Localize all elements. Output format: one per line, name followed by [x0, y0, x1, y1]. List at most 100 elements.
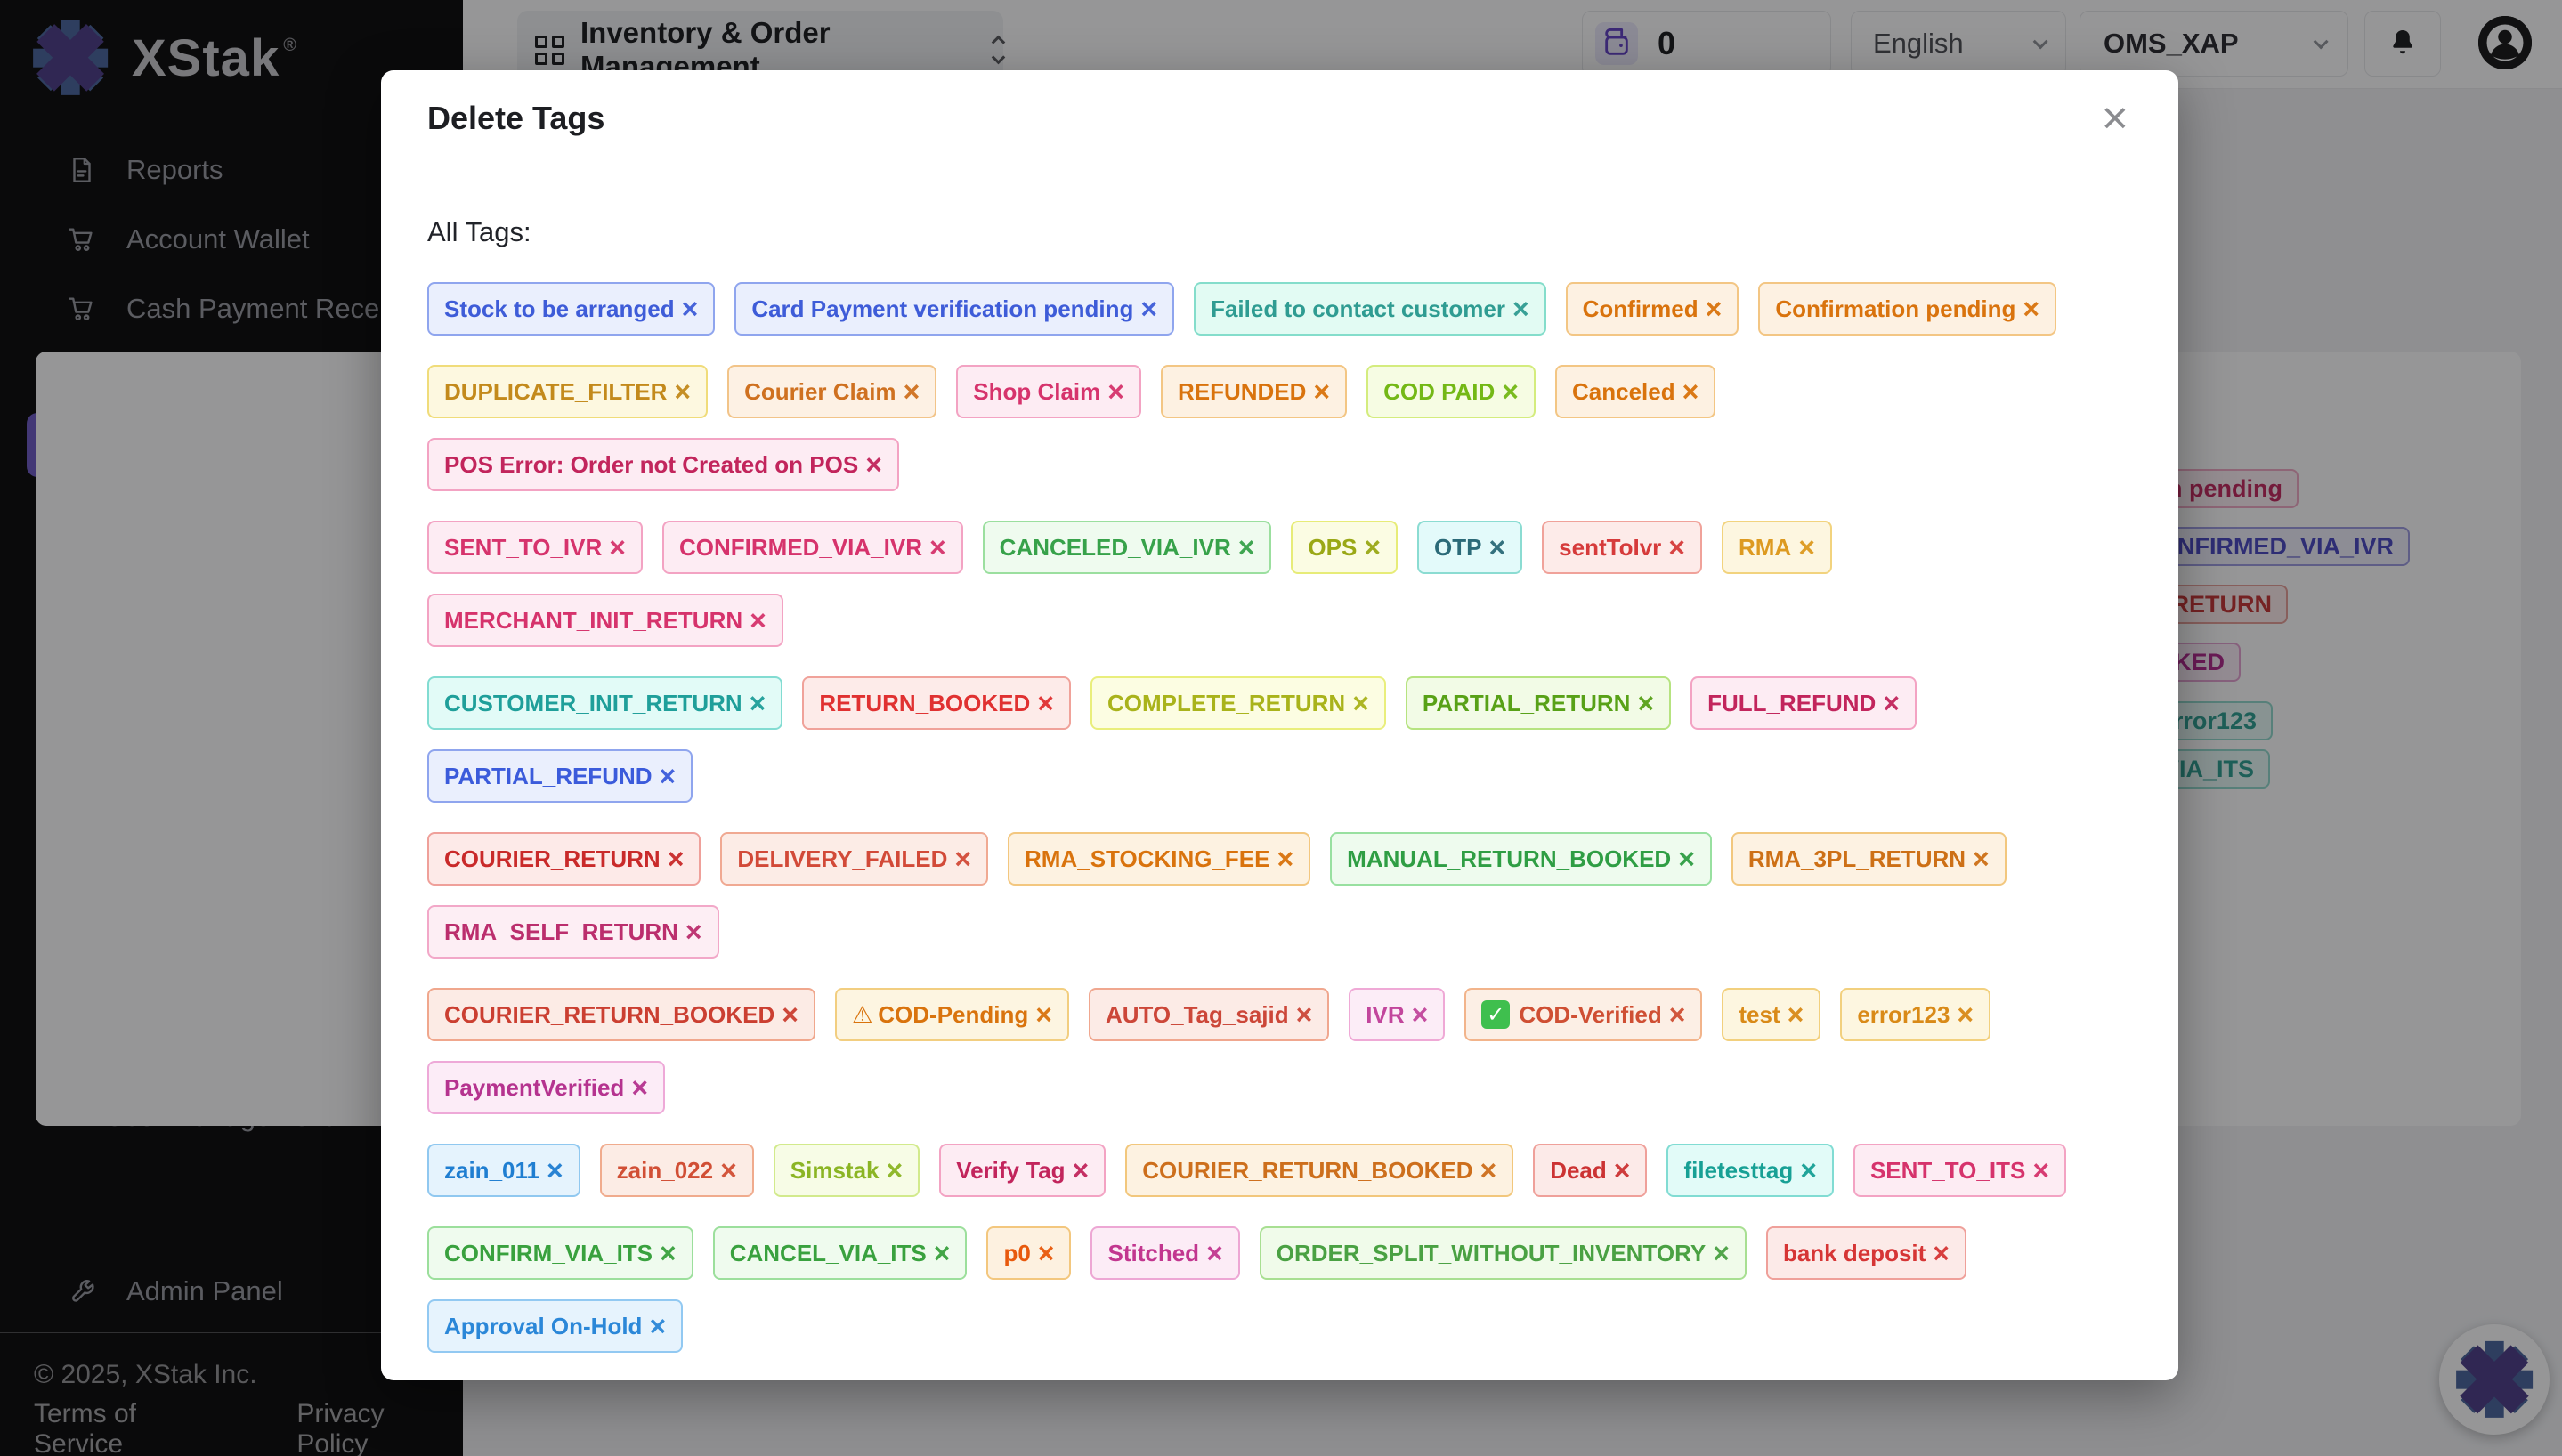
tag-row: zain_011×zain_022×Simstak×Verify Tag×COU… [427, 1144, 2132, 1197]
remove-tag-icon[interactable]: × [1614, 1156, 1631, 1185]
remove-tag-icon[interactable]: × [1313, 377, 1330, 406]
remove-tag-icon[interactable]: × [1637, 689, 1654, 717]
tag-chip: MANUAL_RETURN_BOOKED× [1330, 832, 1712, 886]
remove-tag-icon[interactable]: × [1957, 1000, 1974, 1029]
remove-tag-icon[interactable]: × [1073, 1156, 1090, 1185]
remove-tag-icon[interactable]: × [1038, 1239, 1055, 1267]
tag-chip: RETURN_BOOKED× [802, 676, 1071, 730]
remove-tag-icon[interactable]: × [1933, 1239, 1950, 1267]
tag-label: OTP [1434, 534, 1481, 562]
tag-chip: PARTIAL_REFUND× [427, 749, 693, 803]
tag-row: CONFIRM_VIA_ITS×CANCEL_VIA_ITS×p0×Stitch… [427, 1226, 2132, 1353]
tag-chip: ✓COD-Verified× [1464, 988, 1702, 1041]
remove-tag-icon[interactable]: × [1206, 1239, 1223, 1267]
remove-tag-icon[interactable]: × [865, 450, 882, 479]
remove-tag-icon[interactable]: × [1669, 1000, 1686, 1029]
tag-chip: FULL_REFUND × [1690, 676, 1917, 730]
remove-tag-icon[interactable]: × [1668, 533, 1685, 562]
tag-label: filetesttag [1683, 1157, 1793, 1185]
tag-label: RMA_3PL_RETURN [1748, 845, 1966, 873]
tag-chip: zain_011× [427, 1144, 580, 1197]
remove-tag-icon[interactable]: × [750, 689, 766, 717]
tag-chip: RMA× [1722, 521, 1832, 574]
remove-tag-icon[interactable]: × [954, 845, 971, 873]
warning-icon: ⚠ [852, 1001, 872, 1029]
remove-tag-icon[interactable]: × [1277, 845, 1293, 873]
remove-tag-icon[interactable]: × [685, 918, 702, 946]
remove-tag-icon[interactable]: × [674, 377, 691, 406]
tag-chip: COURIER_RETURN× [427, 832, 701, 886]
close-icon[interactable]: × [2102, 95, 2128, 142]
remove-tag-icon[interactable]: × [1035, 1000, 1052, 1029]
tag-label: COD-Pending [878, 1001, 1028, 1029]
remove-tag-icon[interactable]: × [649, 1312, 666, 1340]
remove-tag-icon[interactable]: × [929, 533, 946, 562]
remove-tag-icon[interactable]: × [1788, 1000, 1804, 1029]
remove-tag-icon[interactable]: × [904, 377, 920, 406]
tag-label: MANUAL_RETURN_BOOKED [1347, 845, 1671, 873]
remove-tag-icon[interactable]: × [750, 606, 766, 635]
remove-tag-icon[interactable]: × [1678, 845, 1695, 873]
tag-chip: Approval On-Hold× [427, 1299, 683, 1353]
tag-label: CONFIRMED_VIA_IVR [679, 534, 922, 562]
remove-tag-icon[interactable]: × [2032, 1156, 2049, 1185]
tag-chip: Confirmed× [1566, 282, 1739, 336]
remove-tag-icon[interactable]: × [547, 1156, 563, 1185]
tag-label: CONFIRM_VIA_ITS [444, 1240, 653, 1267]
tag-chip: Simstak× [774, 1144, 920, 1197]
remove-tag-icon[interactable]: × [1107, 377, 1124, 406]
tag-label: test [1739, 1001, 1780, 1029]
remove-tag-icon[interactable]: × [934, 1239, 951, 1267]
tag-label: OPS [1308, 534, 1357, 562]
remove-tag-icon[interactable]: × [1364, 533, 1381, 562]
remove-tag-icon[interactable]: × [1488, 533, 1505, 562]
tag-chip: Shop Claim× [956, 365, 1141, 418]
tag-row: COURIER_RETURN_BOOKED×⚠COD-Pending×AUTO_… [427, 988, 2132, 1114]
tag-chip: COURIER_RETURN_BOOKED× [427, 988, 815, 1041]
tag-label: COURIER_RETURN_BOOKED [1142, 1157, 1472, 1185]
tag-label: COMPLETE_RETURN [1107, 690, 1345, 717]
remove-tag-icon[interactable]: × [660, 1239, 677, 1267]
remove-tag-icon[interactable]: × [1798, 533, 1815, 562]
remove-tag-icon[interactable]: × [1512, 295, 1529, 323]
all-tags-label: All Tags: [427, 216, 2132, 248]
remove-tag-icon[interactable]: × [1037, 689, 1054, 717]
remove-tag-icon[interactable]: × [668, 845, 685, 873]
tag-label: error123 [1857, 1001, 1950, 1029]
remove-tag-icon[interactable]: × [1296, 1000, 1313, 1029]
remove-tag-icon[interactable]: × [1140, 295, 1157, 323]
remove-tag-icon[interactable]: × [631, 1073, 648, 1102]
tag-chip: CANCEL_VIA_ITS× [713, 1226, 968, 1280]
remove-tag-icon[interactable]: × [1238, 533, 1255, 562]
remove-tag-icon[interactable]: × [1973, 845, 1990, 873]
tag-label: COD PAID [1383, 378, 1495, 406]
remove-tag-icon[interactable]: × [2023, 295, 2039, 323]
remove-tag-icon[interactable]: × [1713, 1239, 1730, 1267]
remove-tag-icon[interactable]: × [660, 762, 677, 790]
remove-tag-icon[interactable]: × [1706, 295, 1723, 323]
remove-tag-icon[interactable]: × [720, 1156, 737, 1185]
remove-tag-icon[interactable]: × [1800, 1156, 1817, 1185]
remove-tag-icon[interactable]: × [782, 1000, 799, 1029]
tag-label: DUPLICATE_FILTER [444, 378, 667, 406]
remove-tag-icon[interactable]: × [1480, 1156, 1497, 1185]
tag-label: CUSTOMER_INIT_RETURN [444, 690, 742, 717]
tag-chip: CANCELED_VIA_IVR× [983, 521, 1272, 574]
remove-tag-icon[interactable]: × [1883, 689, 1900, 717]
remove-tag-icon[interactable]: × [609, 533, 626, 562]
tag-label: FULL_REFUND [1707, 690, 1876, 717]
remove-tag-icon[interactable]: × [1682, 377, 1699, 406]
tag-label: PaymentVerified [444, 1074, 624, 1102]
tag-label: sentToIvr [1559, 534, 1661, 562]
tag-chip: Verify Tag× [939, 1144, 1106, 1197]
remove-tag-icon[interactable]: × [887, 1156, 904, 1185]
remove-tag-icon[interactable]: × [1352, 689, 1369, 717]
remove-tag-icon[interactable]: × [1412, 1000, 1429, 1029]
tag-label: RMA_SELF_RETURN [444, 918, 678, 946]
tag-label: COD-Verified [1519, 1001, 1661, 1029]
tag-chip: zain_022× [600, 1144, 754, 1197]
remove-tag-icon[interactable]: × [1502, 377, 1519, 406]
remove-tag-icon[interactable]: × [682, 295, 699, 323]
tag-label: zain_022 [617, 1157, 713, 1185]
tag-label: Stitched [1107, 1240, 1199, 1267]
